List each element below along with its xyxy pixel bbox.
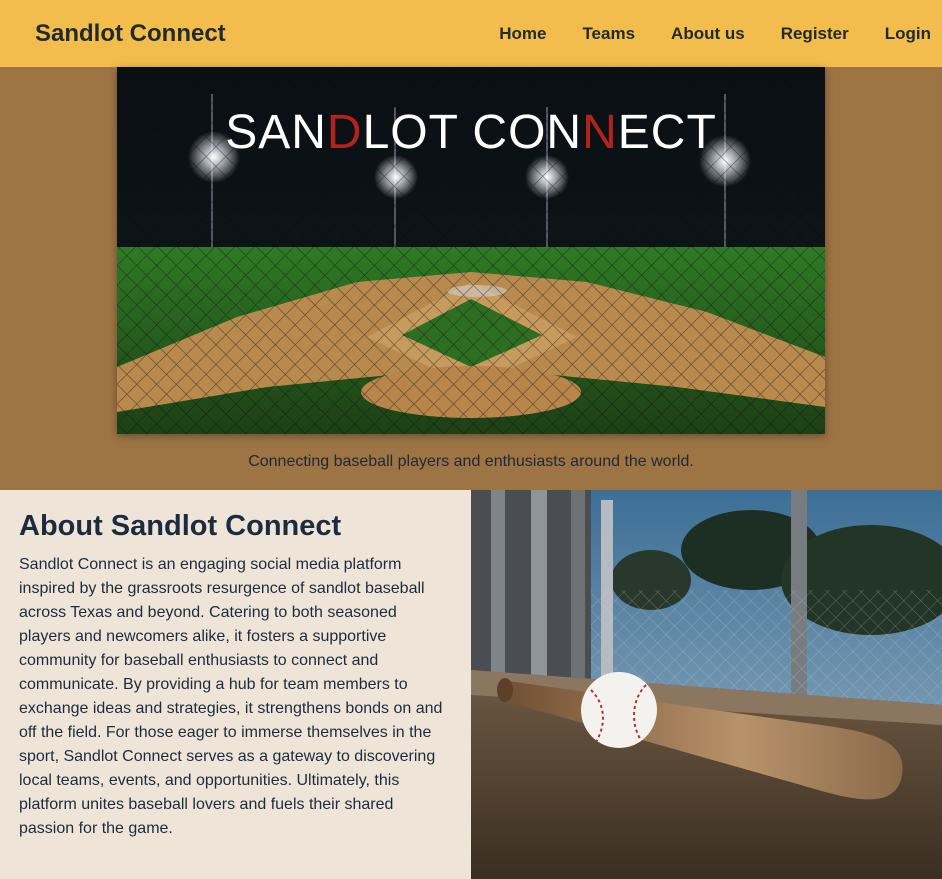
hero-tagline: Connecting baseball players and enthusia… bbox=[248, 453, 694, 470]
about-body: Sandlot Connect is an engaging social me… bbox=[19, 556, 443, 837]
about-title: About Sandlot Connect bbox=[19, 510, 342, 542]
logo-accent-letter: N bbox=[582, 106, 618, 159]
nav-login[interactable]: Login bbox=[885, 24, 931, 44]
bat-and-ball-illustration bbox=[471, 490, 942, 879]
hero-section: SANDLOT CONNECT Connecting baseball play… bbox=[0, 67, 942, 490]
logo-part: LOT bbox=[362, 106, 473, 159]
logo-part: ECT bbox=[617, 106, 717, 159]
hero-logo-text: SANDLOT CONNECT bbox=[117, 105, 825, 160]
site-brand[interactable]: Sandlot Connect bbox=[35, 20, 226, 48]
baseball-bat-image bbox=[471, 490, 942, 879]
about-section: About Sandlot Connect Sandlot Connect is… bbox=[0, 490, 942, 879]
logo-part: SAN bbox=[225, 106, 327, 159]
logo-part: CON bbox=[472, 106, 583, 159]
nav-about-us[interactable]: About us bbox=[671, 24, 745, 44]
hero-banner-image: SANDLOT CONNECT bbox=[117, 67, 825, 434]
nav-register[interactable]: Register bbox=[781, 24, 849, 44]
logo-accent-letter: D bbox=[326, 106, 363, 159]
nav-home[interactable]: Home bbox=[499, 24, 546, 44]
nav-teams[interactable]: Teams bbox=[582, 24, 635, 44]
main-nav: Home Teams About us Register Login bbox=[463, 0, 931, 67]
about-text-panel: About Sandlot Connect Sandlot Connect is… bbox=[0, 490, 471, 879]
site-header: Sandlot Connect Home Teams About us Regi… bbox=[0, 0, 942, 67]
